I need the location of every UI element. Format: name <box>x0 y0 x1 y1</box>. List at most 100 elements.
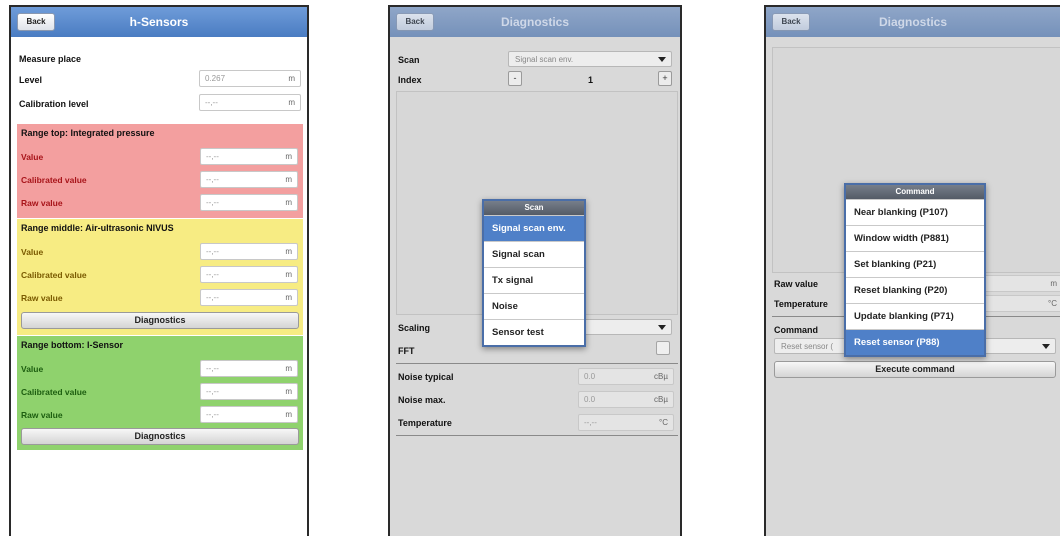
execute-command-button[interactable]: Execute command <box>774 361 1056 378</box>
range-bottom-raw-label: Raw value <box>21 410 63 420</box>
command-select-value: Reset sensor ( <box>781 342 834 351</box>
range-middle-value-label: Value <box>21 247 44 257</box>
noise-typical-unit: cBµ <box>654 372 668 381</box>
command-option-near-blanking[interactable]: Near blanking (P107) <box>846 199 984 225</box>
divider <box>396 363 678 364</box>
chevron-down-icon <box>658 57 666 62</box>
page-title: Diagnostics <box>500 15 569 29</box>
chevron-down-icon <box>658 325 666 330</box>
temperature-label: Temperature <box>398 418 452 428</box>
range-bottom-calibrated-value: --,-- <box>206 387 219 396</box>
range-middle-value-field: --,-- m <box>200 243 298 260</box>
range-top-calibrated-label: Calibrated value <box>21 175 87 185</box>
calibration-level-field: --,-- m <box>199 94 301 111</box>
range-bottom-raw-value: --,-- <box>206 410 219 419</box>
scan-select-value: Signal scan env. <box>515 55 574 64</box>
command-option-reset-sensor[interactable]: Reset sensor (P88) <box>846 329 984 355</box>
noise-typical-field: 0.0 cBµ <box>578 368 674 385</box>
raw-value-label: Raw value <box>774 279 819 289</box>
range-top-calibrated-value: --,-- <box>206 175 219 184</box>
page-title: Diagnostics <box>878 15 947 29</box>
scan-popup-title: Scan <box>484 201 584 215</box>
command-option-set-blanking[interactable]: Set blanking (P21) <box>846 251 984 277</box>
range-bottom-raw-unit: m <box>285 410 292 419</box>
range-top-raw-field: --,-- m <box>200 194 298 211</box>
page-title: h-Sensors <box>129 15 189 29</box>
command-option-update-blanking[interactable]: Update blanking (P71) <box>846 303 984 329</box>
range-middle-calibrated-label: Calibrated value <box>21 270 87 280</box>
range-bottom-calibrated-label: Calibrated value <box>21 387 87 397</box>
range-top-section: Range top: Integrated pressure Value --,… <box>17 124 303 218</box>
scan-option-tx-signal[interactable]: Tx signal <box>484 267 584 293</box>
command-popup: Command Near blanking (P107) Window widt… <box>844 183 986 357</box>
range-top-calibrated-unit: m <box>285 175 292 184</box>
scan-label: Scan <box>398 55 420 65</box>
diagnostics-scan-screen: Back Diagnostics Scan Signal scan env. I… <box>388 5 682 536</box>
range-top-value-unit: m <box>285 152 292 161</box>
range-bottom-value: --,-- <box>206 364 219 373</box>
command-option-reset-blanking[interactable]: Reset blanking (P20) <box>846 277 984 303</box>
noise-max-unit: cBµ <box>654 395 668 404</box>
index-increment-button[interactable]: + <box>658 71 672 86</box>
calibration-level-value: --,-- <box>205 98 218 107</box>
range-middle-raw-label: Raw value <box>21 293 63 303</box>
range-middle-raw-field: --,-- m <box>200 289 298 306</box>
range-middle-title: Range middle: Air-ultrasonic NIVUS <box>21 223 174 233</box>
range-bottom-title: Range bottom: I-Sensor <box>21 340 124 350</box>
level-label: Level <box>19 75 43 85</box>
scan-popup: Scan Signal scan env. Signal scan Tx sig… <box>482 199 586 347</box>
index-value: 1 <box>588 75 594 85</box>
measure-place-heading: Measure place <box>19 54 82 64</box>
range-middle-section: Range middle: Air-ultrasonic NIVUS Value… <box>17 219 303 335</box>
title-bar: Back Diagnostics <box>766 7 1060 37</box>
range-middle-diagnostics-button[interactable]: Diagnostics <box>21 312 299 329</box>
range-top-value-field: --,-- m <box>200 148 298 165</box>
temperature-field: --,-- °C <box>578 414 674 431</box>
range-bottom-value-unit: m <box>285 364 292 373</box>
divider <box>396 435 678 436</box>
level-field: 0.267 m <box>199 70 301 87</box>
scan-option-sensor-test[interactable]: Sensor test <box>484 319 584 345</box>
command-option-window-width[interactable]: Window width (P881) <box>846 225 984 251</box>
level-unit: m <box>288 74 295 83</box>
temperature-value: --,-- <box>584 418 597 427</box>
diagnostics-command-screen: Back Diagnostics Raw value m Temperature… <box>764 5 1060 536</box>
scan-option-signal-scan[interactable]: Signal scan <box>484 241 584 267</box>
range-bottom-value-label: Value <box>21 364 44 374</box>
scan-option-signal-scan-env[interactable]: Signal scan env. <box>484 215 584 241</box>
noise-typical-label: Noise typical <box>398 372 454 382</box>
index-label: Index <box>398 75 422 85</box>
temperature-unit: °C <box>659 418 668 427</box>
range-middle-calibrated-field: --,-- m <box>200 266 298 283</box>
range-bottom-value-field: --,-- m <box>200 360 298 377</box>
range-top-calibrated-field: --,-- m <box>200 171 298 188</box>
noise-max-field: 0.0 cBµ <box>578 391 674 408</box>
range-top-title: Range top: Integrated pressure <box>21 128 155 138</box>
range-middle-raw-unit: m <box>285 293 292 302</box>
range-middle-calibrated-unit: m <box>285 270 292 279</box>
range-middle-raw-value: --,-- <box>206 293 219 302</box>
range-middle-calibrated-value: --,-- <box>206 270 219 279</box>
title-bar: Back h-Sensors <box>11 7 307 37</box>
range-bottom-calibrated-field: --,-- m <box>200 383 298 400</box>
chevron-down-icon <box>1042 344 1050 349</box>
noise-max-value: 0.0 <box>584 395 596 404</box>
range-top-raw-label: Raw value <box>21 198 63 208</box>
range-top-raw-value: --,-- <box>206 198 219 207</box>
calibration-level-label: Calibration level <box>19 99 89 109</box>
title-bar: Back Diagnostics <box>390 7 680 37</box>
scan-option-noise[interactable]: Noise <box>484 293 584 319</box>
fft-checkbox[interactable] <box>656 341 670 355</box>
range-bottom-diagnostics-button[interactable]: Diagnostics <box>21 428 299 445</box>
range-bottom-raw-field: --,-- m <box>200 406 298 423</box>
scan-select[interactable]: Signal scan env. <box>508 51 672 67</box>
raw-value-unit: m <box>1050 279 1057 288</box>
noise-max-label: Noise max. <box>398 395 446 405</box>
temperature-unit: °C <box>1048 299 1057 308</box>
index-decrement-button[interactable]: - <box>508 71 522 86</box>
scaling-select[interactable] <box>580 319 672 335</box>
range-middle-value: --,-- <box>206 247 219 256</box>
range-top-raw-unit: m <box>285 198 292 207</box>
range-bottom-calibrated-unit: m <box>285 387 292 396</box>
noise-typical-value: 0.0 <box>584 372 596 381</box>
